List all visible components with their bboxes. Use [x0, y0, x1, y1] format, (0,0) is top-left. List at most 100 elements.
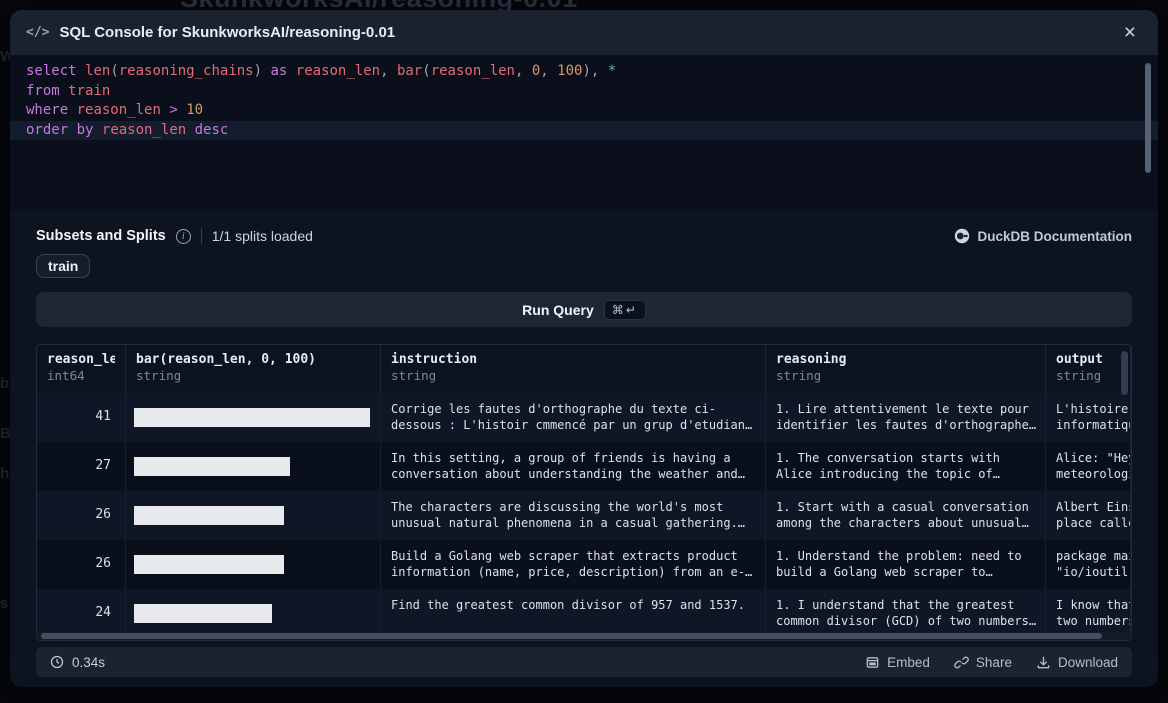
run-query-button[interactable]: Run Query ⌘↵ — [36, 292, 1132, 327]
column-type: string — [776, 368, 1035, 383]
download-button[interactable]: Download — [1036, 655, 1118, 670]
code-token: by — [77, 122, 94, 138]
sql-console-modal: </> SQL Console for SkunkworksAI/reasoni… — [10, 10, 1158, 687]
code-token: reason_len — [77, 102, 161, 118]
code-token — [389, 63, 397, 79]
column-name: instruction — [391, 352, 755, 367]
modal-body: Subsets and Splits i 1/1 splits loaded D… — [10, 210, 1158, 641]
code-token: reason_len — [431, 63, 515, 79]
cell-bar — [126, 393, 381, 442]
code-token: where — [26, 102, 68, 118]
cell-instruction: Build a Golang web scraper that extracts… — [381, 540, 766, 589]
divider — [201, 228, 202, 244]
info-icon[interactable]: i — [176, 229, 191, 244]
cell-instruction: In this setting, a group of friends is h… — [381, 442, 766, 491]
modal-footer: 0.34s EmbedShareDownload — [36, 647, 1132, 677]
code-line: where reason_len > 10 — [10, 101, 1158, 121]
horizontal-scrollbar-thumb[interactable] — [41, 633, 1102, 639]
modal-header: </> SQL Console for SkunkworksAI/reasoni… — [10, 10, 1158, 55]
cell-reason-len: 24 — [37, 589, 126, 634]
subsets-row: Subsets and Splits i 1/1 splits loaded D… — [36, 228, 1132, 244]
run-query-label: Run Query — [522, 302, 594, 318]
code-token — [523, 63, 531, 79]
code-token: select — [26, 63, 77, 79]
table-row: 24 Find the greatest common divisor of 95… — [37, 589, 1131, 634]
cell-reason-len: 26 — [37, 540, 126, 589]
cell-reason-len: 26 — [37, 491, 126, 540]
code-token: ), — [582, 63, 599, 79]
bar-visualization — [134, 506, 284, 525]
column-header-instruction: instructionstring — [381, 345, 766, 393]
code-token: * — [608, 63, 616, 79]
code-token: reason_len — [102, 122, 186, 138]
cell-bar — [126, 491, 381, 540]
download-icon — [1036, 655, 1051, 670]
sql-code: select len(reasoning_chains) as reason_l… — [10, 62, 1158, 140]
cell-reasoning: 1. Lire attentivement le texte pour iden… — [766, 393, 1046, 442]
code-icon: </> — [26, 25, 49, 40]
table-horizontal-scrollbar[interactable] — [37, 632, 1131, 640]
split-chip-train[interactable]: train — [36, 254, 90, 278]
code-token: bar — [397, 63, 422, 79]
code-token: ) — [254, 63, 262, 79]
cell-instruction: Corrige les fautes d'orthographe du text… — [381, 393, 766, 442]
cell-output: package main "io/ioutil" " — [1046, 540, 1131, 589]
footer-actions: Embed Share Download — [865, 655, 1118, 670]
duckdb-documentation-link[interactable]: DuckDB Documentation — [954, 228, 1132, 244]
cell-bar — [126, 442, 381, 491]
code-token: reasoning_chains — [119, 63, 254, 79]
editor-vertical-scrollbar[interactable] — [1145, 63, 1151, 173]
column-type: string — [1056, 368, 1120, 383]
code-token: len — [85, 63, 110, 79]
cell-reasoning: 1. The conversation starts with Alice in… — [766, 442, 1046, 491]
code-token — [186, 122, 194, 138]
code-token: order — [26, 122, 68, 138]
code-token: 100 — [557, 63, 582, 79]
code-token: desc — [195, 122, 229, 138]
close-icon[interactable]: × — [1118, 20, 1142, 45]
column-header-output: outputstring — [1046, 345, 1131, 393]
code-token: from — [26, 83, 60, 99]
code-token — [178, 102, 186, 118]
share-label: Share — [976, 655, 1012, 670]
code-token: 10 — [186, 102, 203, 118]
share-button[interactable]: Share — [954, 655, 1012, 670]
splits-status: 1/1 splits loaded — [212, 228, 313, 244]
code-token — [287, 63, 295, 79]
table-row: 26 Build a Golang web scraper that extrac… — [37, 540, 1131, 589]
embed-button[interactable]: Embed — [865, 655, 930, 670]
clock-icon — [50, 655, 64, 669]
code-token: reason_len — [296, 63, 380, 79]
code-line: order by reason_len desc — [10, 121, 1158, 141]
code-line: from train — [10, 82, 1158, 102]
modal-title: SQL Console for SkunkworksAI/reasoning-0… — [59, 24, 1107, 41]
cell-instruction: Find the greatest common divisor of 957 … — [381, 589, 766, 634]
code-token — [549, 63, 557, 79]
bar-visualization — [134, 555, 284, 574]
cell-reasoning: 1. I understand that the greatest common… — [766, 589, 1046, 634]
column-type: string — [136, 368, 370, 383]
code-token: ( — [110, 63, 118, 79]
background-fragment: h — [0, 465, 10, 482]
subsets-heading: Subsets and Splits — [36, 228, 166, 244]
results-table: reason_lenint64bar(reason_len, 0, 100)st… — [36, 344, 1132, 641]
cell-bar — [126, 589, 381, 634]
bar-visualization — [134, 408, 370, 427]
column-name: output — [1056, 352, 1120, 367]
bar-visualization — [134, 604, 272, 623]
code-token — [68, 102, 76, 118]
background-fragment: W — [0, 48, 10, 65]
column-header-reason_len: reason_lenint64 — [37, 345, 126, 393]
column-name: reason_len — [47, 352, 115, 367]
background-fragment: B — [0, 425, 10, 442]
background-fragment: s — [0, 595, 10, 612]
download-label: Download — [1058, 655, 1118, 670]
table-vertical-scrollbar[interactable] — [1121, 351, 1128, 395]
table-body: 41Corrige les fautes d'orthographe du te… — [37, 393, 1131, 634]
table-row: 41Corrige les fautes d'orthographe du te… — [37, 393, 1131, 442]
splits-chips: train — [36, 254, 1132, 278]
cell-reasoning: 1. Understand the problem: need to build… — [766, 540, 1046, 589]
code-token: train — [68, 83, 110, 99]
sql-editor[interactable]: select len(reasoning_chains) as reason_l… — [10, 55, 1158, 210]
column-name: reasoning — [776, 352, 1035, 367]
